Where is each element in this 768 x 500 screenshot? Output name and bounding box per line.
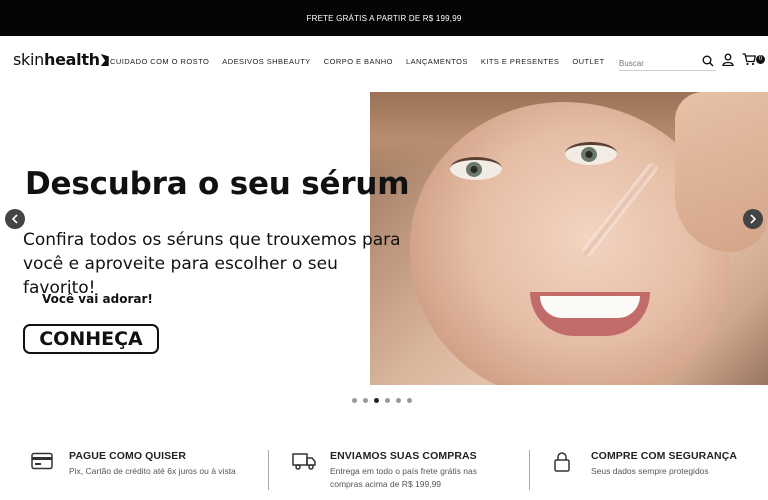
nav-item-kits-presentes[interactable]: KITS E PRESENTES — [481, 57, 559, 66]
lock-icon — [553, 452, 571, 477]
carousel-dot-2[interactable] — [363, 398, 368, 403]
announcement-text: FRETE GRÁTIS A PARTIR DE R$ 199,99 — [306, 13, 462, 23]
chevron-left-icon — [11, 214, 18, 224]
main-nav: CUIDADO COM O ROSTO ADESIVOS SHBEAUTY CO… — [110, 57, 618, 66]
carousel-next-button[interactable] — [743, 209, 763, 229]
hero-banner: Descubra o seu sérum Confira todos os sé… — [0, 92, 768, 385]
hero-title: Descubra o seu sérum — [25, 166, 410, 202]
site-logo[interactable]: skinhealth — [13, 50, 109, 69]
site-header: skinhealth CUIDADO COM O ROSTO ADESIVOS … — [0, 36, 768, 92]
nav-item-outlet[interactable]: OUTLET — [572, 57, 604, 66]
nav-item-adesivos[interactable]: ADESIVOS SHBEAUTY — [222, 57, 311, 66]
feature-desc: Entrega em todo o país frete grátis nas … — [330, 466, 477, 489]
cart-icon[interactable] — [742, 53, 757, 71]
search-icon[interactable] — [702, 54, 714, 72]
truck-icon — [292, 452, 316, 475]
nav-item-lancamentos[interactable]: LANÇAMENTOS — [406, 57, 468, 66]
logo-flag-icon — [100, 54, 109, 66]
chevron-right-icon — [750, 214, 757, 224]
features-bar: PAGUE COMO QUISER Pix, Cartão de crédito… — [0, 440, 768, 500]
feature-title: PAGUE COMO QUISER — [69, 450, 187, 462]
hero-photo-eye-left — [450, 157, 502, 180]
feature-divider — [529, 450, 530, 490]
hero-photo-eye-right — [565, 142, 617, 165]
carousel-dots — [352, 398, 412, 403]
search-input[interactable] — [619, 56, 699, 71]
feature-desc: Pix, Cartão de crédito até 6x juros ou à… — [69, 466, 236, 476]
nav-item-corpo-banho[interactable]: CORPO E BANHO — [324, 57, 393, 66]
carousel-dot-3[interactable] — [374, 398, 379, 403]
cart-count-badge: 0 — [756, 55, 765, 64]
carousel-dot-5[interactable] — [396, 398, 401, 403]
conheca-button[interactable]: CONHEÇA — [23, 324, 159, 354]
feature-divider — [268, 450, 269, 490]
logo-text-health: health — [44, 50, 100, 69]
hero-photo-mouth — [530, 292, 650, 336]
announcement-bar: FRETE GRÁTIS A PARTIR DE R$ 199,99 — [0, 0, 768, 36]
carousel-dot-4[interactable] — [385, 398, 390, 403]
logo-text-skin: skin — [13, 50, 44, 69]
credit-card-icon — [31, 452, 53, 475]
search-box — [619, 53, 716, 71]
feature-title: ENVIAMOS SUAS COMPRAS — [330, 450, 477, 462]
hero-subtitle: Confira todos os séruns que trouxemos pa… — [23, 230, 401, 298]
carousel-prev-button[interactable] — [5, 209, 25, 229]
carousel-dot-6[interactable] — [407, 398, 412, 403]
nav-item-cuidado-rosto[interactable]: CUIDADO COM O ROSTO — [110, 57, 209, 66]
carousel-dot-1[interactable] — [352, 398, 357, 403]
hero-tagline: Você vai adorar! — [42, 292, 153, 306]
feature-title: COMPRE COM SEGURANÇA — [591, 450, 738, 462]
hero-photo — [370, 92, 768, 385]
user-icon[interactable] — [722, 53, 734, 71]
feature-desc: Seus dados sempre protegidos — [591, 466, 709, 476]
